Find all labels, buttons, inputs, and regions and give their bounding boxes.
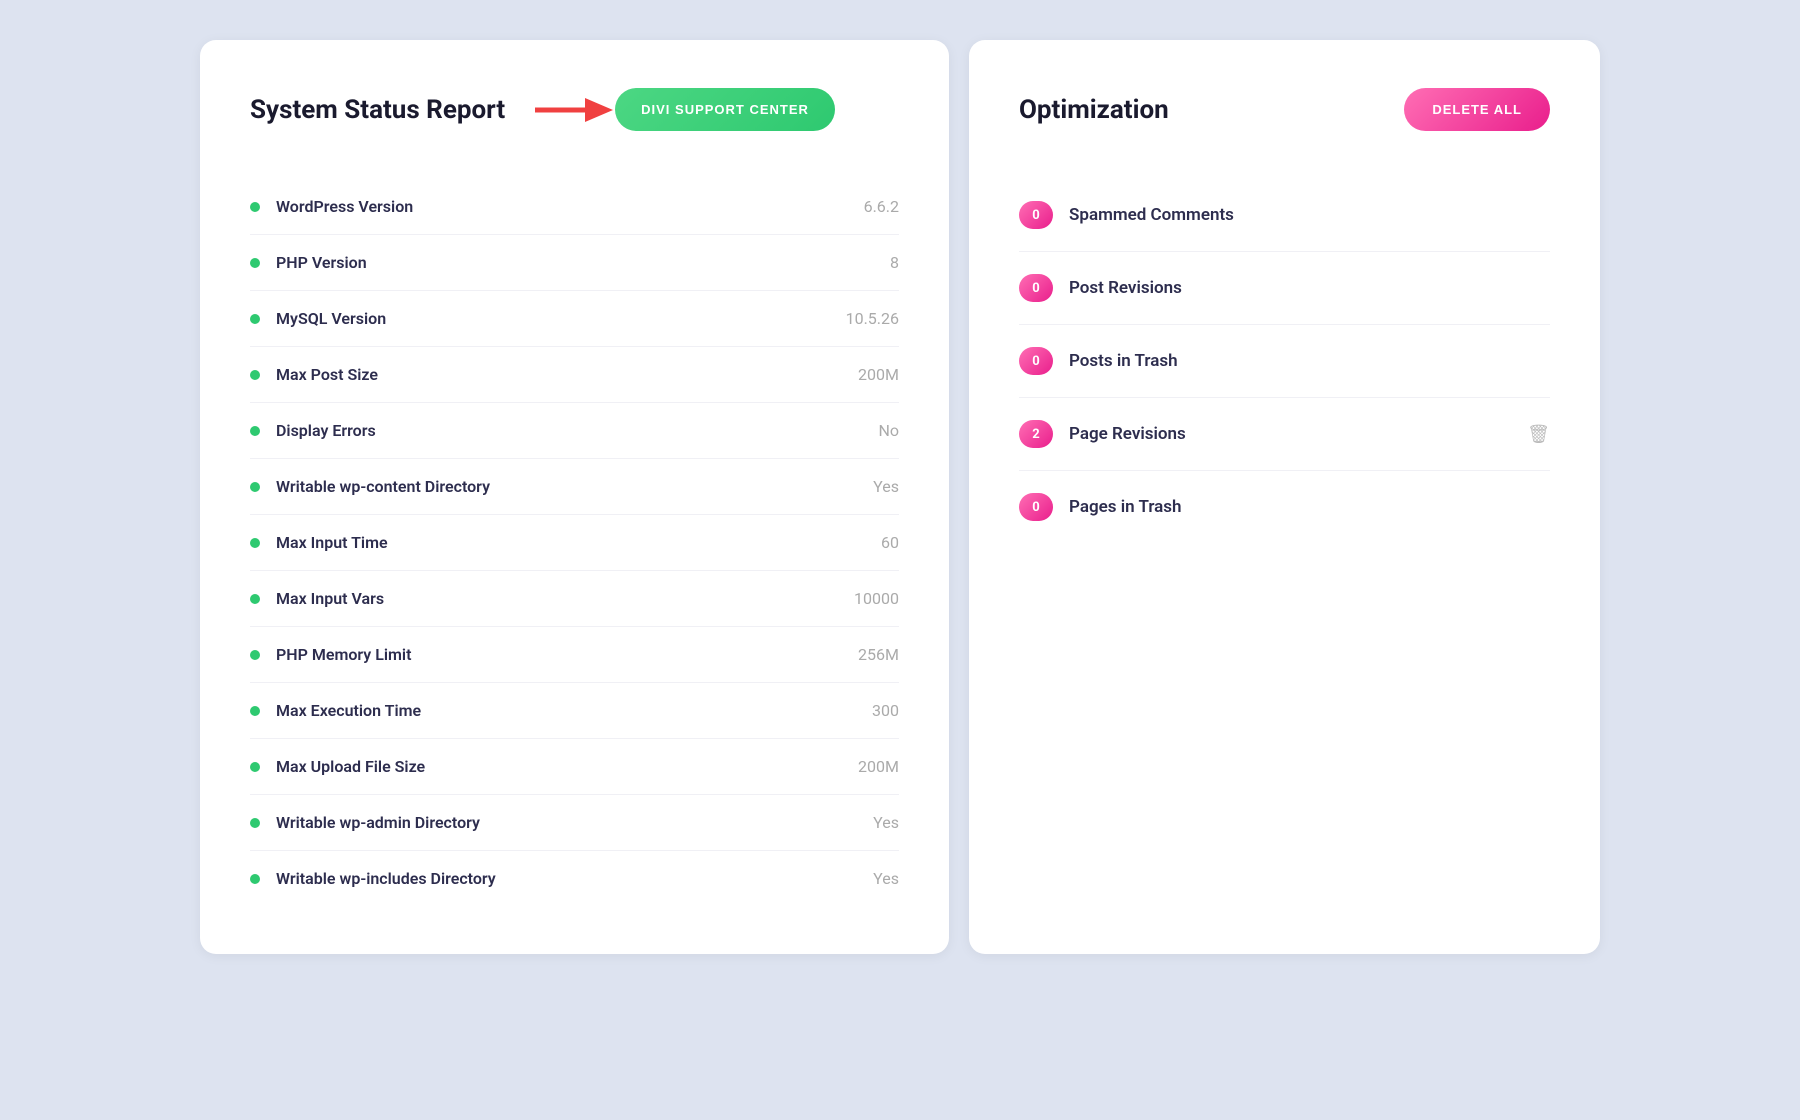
status-dot [250, 650, 260, 660]
status-item-label: Max Input Time [276, 533, 388, 552]
status-item-value: 10000 [854, 589, 899, 608]
status-dot [250, 594, 260, 604]
opt-item-label: Post Revisions [1069, 278, 1550, 298]
status-item-left: Max Input Time [250, 533, 388, 552]
status-dot [250, 258, 260, 268]
status-item: PHP Version 8 [250, 235, 899, 291]
status-item-value: 60 [881, 533, 899, 552]
opt-item-label: Pages in Trash [1069, 497, 1550, 517]
opt-item: 0 Posts in Trash [1019, 325, 1550, 398]
opt-badge: 2 [1019, 420, 1053, 448]
opt-item: 0 Pages in Trash [1019, 471, 1550, 543]
status-dot [250, 818, 260, 828]
opt-item-label: Spammed Comments [1069, 205, 1550, 225]
arrow-icon [535, 90, 615, 130]
opt-item: 0 Post Revisions [1019, 252, 1550, 325]
status-dot [250, 482, 260, 492]
status-item-label: PHP Memory Limit [276, 645, 411, 664]
status-item: PHP Memory Limit 256M [250, 627, 899, 683]
status-item-label: MySQL Version [276, 309, 386, 328]
status-item-left: MySQL Version [250, 309, 386, 328]
status-item-left: Max Post Size [250, 365, 378, 384]
status-dot [250, 874, 260, 884]
opt-item: 2 Page Revisions 🗑 [1019, 398, 1550, 471]
status-item-left: Display Errors [250, 421, 376, 440]
trash-icon[interactable]: 🗑 [1527, 424, 1550, 445]
system-status-title: System Status Report [250, 95, 505, 125]
support-center-button[interactable]: DIVI SUPPORT CENTER [615, 88, 835, 131]
status-item-value: 300 [872, 701, 899, 720]
status-item-left: WordPress Version [250, 197, 413, 216]
status-item-value: 200M [858, 365, 899, 384]
status-item-label: Writable wp-content Directory [276, 477, 490, 496]
status-item: Display Errors No [250, 403, 899, 459]
status-item: Writable wp-content Directory Yes [250, 459, 899, 515]
status-item-left: Max Execution Time [250, 701, 421, 720]
status-dot [250, 762, 260, 772]
status-dot [250, 426, 260, 436]
status-item-label: Writable wp-includes Directory [276, 869, 496, 888]
opt-badge: 0 [1019, 493, 1053, 521]
status-dot [250, 202, 260, 212]
status-item-value: Yes [873, 813, 899, 832]
status-item-label: Max Upload File Size [276, 757, 425, 776]
status-item-label: Max Execution Time [276, 701, 421, 720]
opt-item-label: Page Revisions [1069, 424, 1511, 444]
arrow-button-group: DIVI SUPPORT CENTER [535, 88, 835, 131]
status-dot [250, 706, 260, 716]
status-item-left: Writable wp-admin Directory [250, 813, 480, 832]
status-item: Max Upload File Size 200M [250, 739, 899, 795]
optimization-list: 0 Spammed Comments 0 Post Revisions 0 Po… [1019, 179, 1550, 543]
status-item-value: 256M [858, 645, 899, 664]
status-item: Max Execution Time 300 [250, 683, 899, 739]
right-header: Optimization DELETE ALL [1019, 88, 1550, 131]
opt-badge: 0 [1019, 201, 1053, 229]
status-item-left: Writable wp-content Directory [250, 477, 490, 496]
status-item-value: 6.6.2 [864, 197, 899, 216]
status-item-value: 10.5.26 [846, 309, 899, 328]
status-item-value: Yes [873, 869, 899, 888]
status-item: Writable wp-admin Directory Yes [250, 795, 899, 851]
status-item-left: PHP Version [250, 253, 367, 272]
status-item: WordPress Version 6.6.2 [250, 179, 899, 235]
page-wrapper: System Status Report DIVI SUPPORT CENTER… [200, 40, 1600, 954]
status-item-label: Max Input Vars [276, 589, 384, 608]
status-item-value: 200M [858, 757, 899, 776]
status-item-left: Max Upload File Size [250, 757, 425, 776]
status-item-value: No [878, 421, 899, 440]
status-dot [250, 314, 260, 324]
status-item-left: Writable wp-includes Directory [250, 869, 496, 888]
opt-badge: 0 [1019, 274, 1053, 302]
opt-badge: 0 [1019, 347, 1053, 375]
status-item-label: PHP Version [276, 253, 367, 272]
optimization-title: Optimization [1019, 95, 1169, 125]
status-item: Max Post Size 200M [250, 347, 899, 403]
status-item-left: Max Input Vars [250, 589, 384, 608]
status-item-label: Writable wp-admin Directory [276, 813, 480, 832]
status-item-left: PHP Memory Limit [250, 645, 411, 664]
status-item-label: Max Post Size [276, 365, 378, 384]
status-item: MySQL Version 10.5.26 [250, 291, 899, 347]
status-item-label: WordPress Version [276, 197, 413, 216]
status-item: Max Input Time 60 [250, 515, 899, 571]
status-item: Writable wp-includes Directory Yes [250, 851, 899, 906]
status-dot [250, 370, 260, 380]
opt-item-label: Posts in Trash [1069, 351, 1550, 371]
optimization-card: Optimization DELETE ALL 0 Spammed Commen… [969, 40, 1600, 954]
status-item: Max Input Vars 10000 [250, 571, 899, 627]
opt-item: 0 Spammed Comments [1019, 179, 1550, 252]
status-item-label: Display Errors [276, 421, 376, 440]
status-list: WordPress Version 6.6.2 PHP Version 8 My… [250, 179, 899, 906]
status-item-value: Yes [873, 477, 899, 496]
status-item-value: 8 [890, 253, 899, 272]
left-header: System Status Report DIVI SUPPORT CENTER [250, 88, 899, 131]
system-status-card: System Status Report DIVI SUPPORT CENTER… [200, 40, 949, 954]
delete-all-button[interactable]: DELETE ALL [1404, 88, 1550, 131]
status-dot [250, 538, 260, 548]
